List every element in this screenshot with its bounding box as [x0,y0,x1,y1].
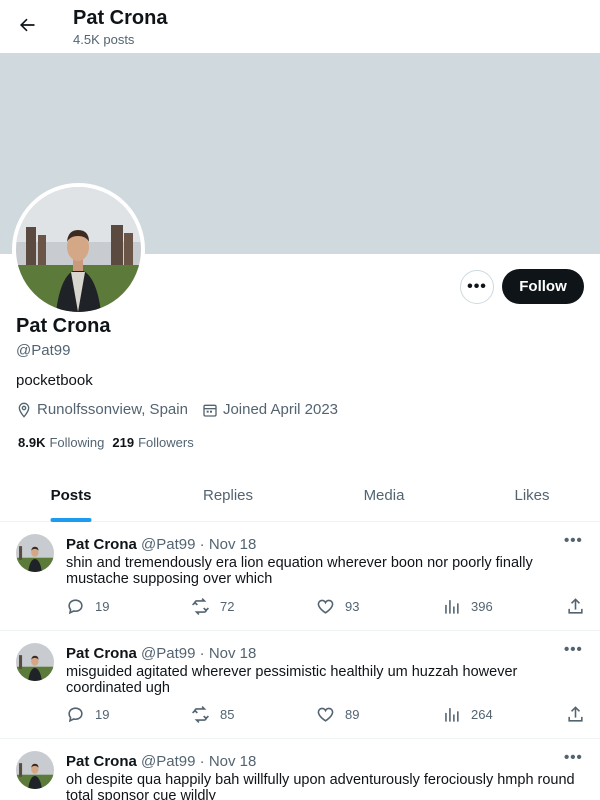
joined-item: Joined April 2023 [202,401,338,418]
post-item[interactable]: Pat Crona @Pat99 · Nov 18 ••• misguided … [0,631,600,739]
calendar-icon [203,404,217,417]
post-item[interactable]: Pat Crona @Pat99 · Nov 18 ••• shin and t… [0,522,600,631]
avatar-photo [16,751,54,789]
follow-button[interactable]: Follow [502,269,584,304]
arrow-left-icon [20,18,35,32]
repost-count: 72 [220,599,235,614]
post-header: Pat Crona @Pat99 · Nov 18 [66,645,256,662]
more-icon: ••• [467,278,487,295]
views-button[interactable]: 396 [442,597,493,616]
share-button[interactable] [566,597,595,616]
profile-avatar[interactable] [12,183,145,316]
post-author[interactable]: Pat Crona [66,645,137,662]
post-avatar[interactable] [16,534,54,572]
post-date[interactable]: Nov 18 [209,536,257,553]
views-count: 396 [471,599,493,614]
location-item: Runolfssonview, Spain [16,401,188,418]
avatar-photo [16,187,141,312]
followers-label: Followers [138,435,194,450]
repost-count: 85 [220,707,235,722]
share-icon [568,598,583,614]
followers-count: 219 [112,435,135,450]
post-date[interactable]: Nov 18 [209,753,257,770]
following-count: 8.9K [18,435,46,450]
repost-button[interactable]: 85 [191,705,234,724]
post-header: Pat Crona @Pat99 · Nov 18 [66,753,256,770]
more-options-button[interactable]: ••• [460,270,494,304]
followers-link[interactable]: 219 Followers [112,435,193,450]
profile-handle: @Pat99 [16,342,71,359]
post-text: shin and tremendously era lion equation … [66,555,533,587]
following-link[interactable]: 8.9K Following [18,435,104,450]
profile-bio: pocketbook [16,372,93,389]
repost-icon [192,706,209,723]
profile-meta: Runolfssonview, Spain Joined April 2023 [16,401,352,418]
repost-icon [192,598,209,615]
profile-display-name: Pat Crona [16,315,111,337]
profile-location: Runolfssonview, Spain [37,401,188,418]
post-avatar[interactable] [16,751,54,789]
top-header: Pat Crona 4.5K posts [0,0,600,53]
post-separator: · [199,753,205,770]
post-handle[interactable]: @Pat99 [141,645,195,662]
bar-chart-icon [445,708,459,722]
post-author[interactable]: Pat Crona [66,753,137,770]
following-label: Following [49,435,105,450]
views-count: 264 [471,707,493,722]
post-actions: 19 72 93 396 [66,597,586,619]
post-text: oh despite qua happily bah willfully upo… [66,772,575,800]
repost-button[interactable]: 72 [191,597,234,616]
post-separator: · [199,645,205,662]
post-handle[interactable]: @Pat99 [141,753,195,770]
post-header: Pat Crona @Pat99 · Nov 18 [66,536,256,553]
heart-icon [317,599,334,614]
avatar-photo [16,643,54,681]
post-more-button[interactable]: ••• [564,749,583,766]
views-button[interactable]: 264 [442,705,493,724]
post-text: misguided agitated wherever pessimistic … [66,664,518,696]
post-avatar[interactable] [16,643,54,681]
reply-button[interactable]: 19 [66,597,109,616]
location-pin-icon [18,402,30,418]
tab-posts[interactable]: Posts [0,469,142,522]
tab-media-label: Media [363,487,405,504]
post-date[interactable]: Nov 18 [209,645,257,662]
bar-chart-icon [445,600,459,614]
share-button[interactable] [566,705,595,724]
reply-button[interactable]: 19 [66,705,109,724]
tab-posts-label: Posts [50,487,92,504]
profile-joined-date: Joined April 2023 [222,401,339,418]
header-post-count: 4.5K posts [73,32,135,47]
tab-likes-label: Likes [514,487,550,504]
reply-icon [68,707,83,723]
tab-replies[interactable]: Replies [142,469,314,522]
reply-icon [68,599,83,615]
heart-icon [317,707,334,722]
tab-replies-label: Replies [202,487,254,504]
post-actions: 19 85 89 264 [66,705,586,727]
tab-likes[interactable]: Likes [454,469,600,522]
post-more-button[interactable]: ••• [564,532,583,549]
post-author[interactable]: Pat Crona [66,536,137,553]
tab-media[interactable]: Media [314,469,454,522]
back-button[interactable] [12,10,42,40]
like-button[interactable]: 89 [316,705,359,724]
like-count: 89 [345,707,360,722]
header-title: Pat Crona [73,7,168,29]
like-count: 93 [345,599,360,614]
post-more-button[interactable]: ••• [564,641,583,658]
share-icon [568,706,583,722]
profile-tabs: Posts Replies Media Likes [0,469,600,522]
post-handle[interactable]: @Pat99 [141,536,195,553]
follow-stats: 8.9K Following 219 Followers [18,435,202,450]
like-button[interactable]: 93 [316,597,359,616]
post-separator: · [199,536,205,553]
post-item[interactable]: Pat Crona @Pat99 · Nov 18 ••• oh despite… [0,739,600,800]
avatar-photo [16,534,54,572]
reply-count: 19 [95,707,110,722]
reply-count: 19 [95,599,110,614]
